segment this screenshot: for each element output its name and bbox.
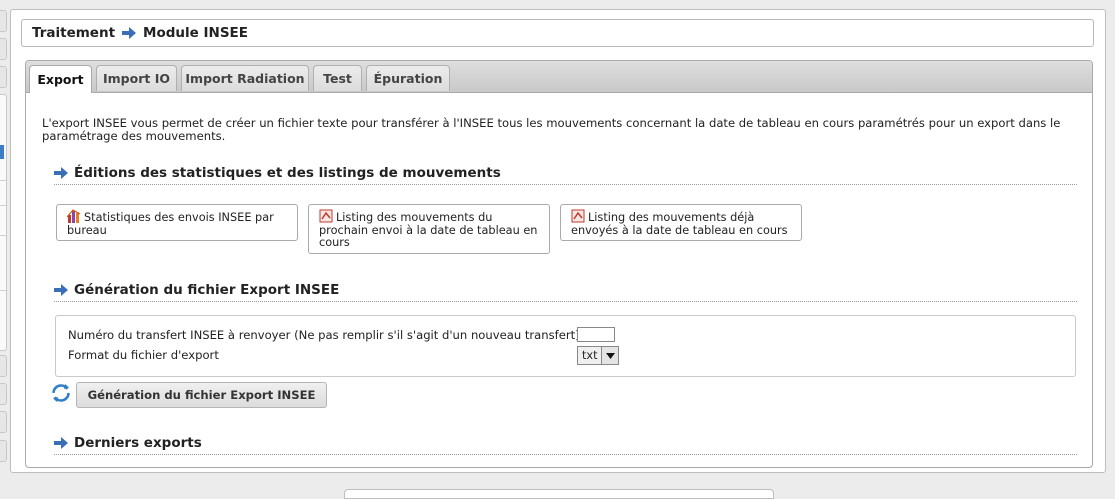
pdf-document-icon <box>571 209 585 223</box>
statistics-chart-icon <box>66 209 81 223</box>
arrow-right-icon <box>54 284 68 296</box>
numero-transfert-label: Numéro du transfert INSEE à renvoyer (Ne… <box>68 328 580 342</box>
tabs-panel: Export Import IO Import Radiation Test É… <box>25 60 1093 468</box>
tab-export[interactable]: Export <box>29 65 92 93</box>
sidebar-handle[interactable] <box>0 355 7 377</box>
tab-epuration[interactable]: Épuration <box>366 65 450 91</box>
listing-prochain-envoi-button[interactable]: Listing des mouvements du prochain envoi… <box>308 204 550 254</box>
pdf-document-icon <box>319 209 333 223</box>
sidebar-handle[interactable] <box>0 10 7 32</box>
section-generation[interactable]: Génération du fichier Export INSEE <box>54 279 1077 302</box>
generate-export-button[interactable]: Génération du fichier Export INSEE <box>76 382 327 408</box>
tab-bar: Export Import IO Import Radiation Test É… <box>26 61 1092 93</box>
listing-deja-envoyes-label: Listing des mouvements déjà envoyés à la… <box>571 211 788 237</box>
section-editions[interactable]: Éditions des statistiques et des listing… <box>54 162 1077 185</box>
breadcrumb-parent[interactable]: Traitement <box>32 25 115 41</box>
sidebar-handle[interactable] <box>0 38 7 60</box>
main-frame: Traitement Module INSEE Export Import IO… <box>10 9 1106 473</box>
sidebar-active-marker <box>0 145 4 159</box>
breadcrumb-current: Module INSEE <box>143 25 248 41</box>
sidebar-handle[interactable] <box>0 411 7 433</box>
arrow-right-icon <box>122 27 137 39</box>
section-editions-title: Éditions des statistiques et des listing… <box>74 165 501 181</box>
numero-transfert-input[interactable] <box>577 327 615 342</box>
format-fichier-value: txt <box>582 349 598 362</box>
section-derniers-exports-title: Derniers exports <box>74 435 202 451</box>
format-fichier-label: Format du fichier d'export <box>68 348 219 362</box>
arrow-right-icon <box>54 167 68 179</box>
left-sidebar-strip <box>0 0 7 493</box>
export-intro-text: L'export INSEE vous permet de créer un f… <box>42 116 1061 143</box>
stats-envois-label: Statistiques des envois INSEE par bureau <box>67 211 274 237</box>
export-form: Numéro du transfert INSEE à renvoyer (Ne… <box>55 315 1076 377</box>
sidebar-collapsed-panel <box>0 94 7 351</box>
sidebar-divider <box>0 205 6 206</box>
arrow-right-icon <box>54 437 68 449</box>
tab-import-radiation[interactable]: Import Radiation <box>181 65 309 91</box>
section-generation-title: Génération du fichier Export INSEE <box>74 282 340 298</box>
refresh-icon <box>51 383 71 403</box>
sidebar-divider <box>0 290 6 291</box>
bottom-panel-tab[interactable] <box>344 489 774 499</box>
section-derniers-exports[interactable]: Derniers exports <box>54 432 1077 455</box>
sidebar-divider <box>0 180 6 181</box>
tab-test[interactable]: Test <box>313 65 362 91</box>
breadcrumb: Traitement Module INSEE <box>21 19 1094 47</box>
sidebar-handle[interactable] <box>0 66 7 88</box>
sidebar-handle[interactable] <box>0 440 7 462</box>
stats-envois-button[interactable]: Statistiques des envois INSEE par bureau <box>56 204 298 241</box>
tab-import-io[interactable]: Import IO <box>96 65 177 91</box>
sidebar-divider <box>0 235 6 236</box>
format-fichier-select[interactable]: txt <box>577 346 619 365</box>
listing-prochain-envoi-label: Listing des mouvements du prochain envoi… <box>319 211 538 249</box>
sidebar-handle[interactable] <box>0 383 7 405</box>
listing-deja-envoyes-button[interactable]: Listing des mouvements déjà envoyés à la… <box>560 204 802 241</box>
dropdown-arrow-icon[interactable] <box>601 347 618 364</box>
